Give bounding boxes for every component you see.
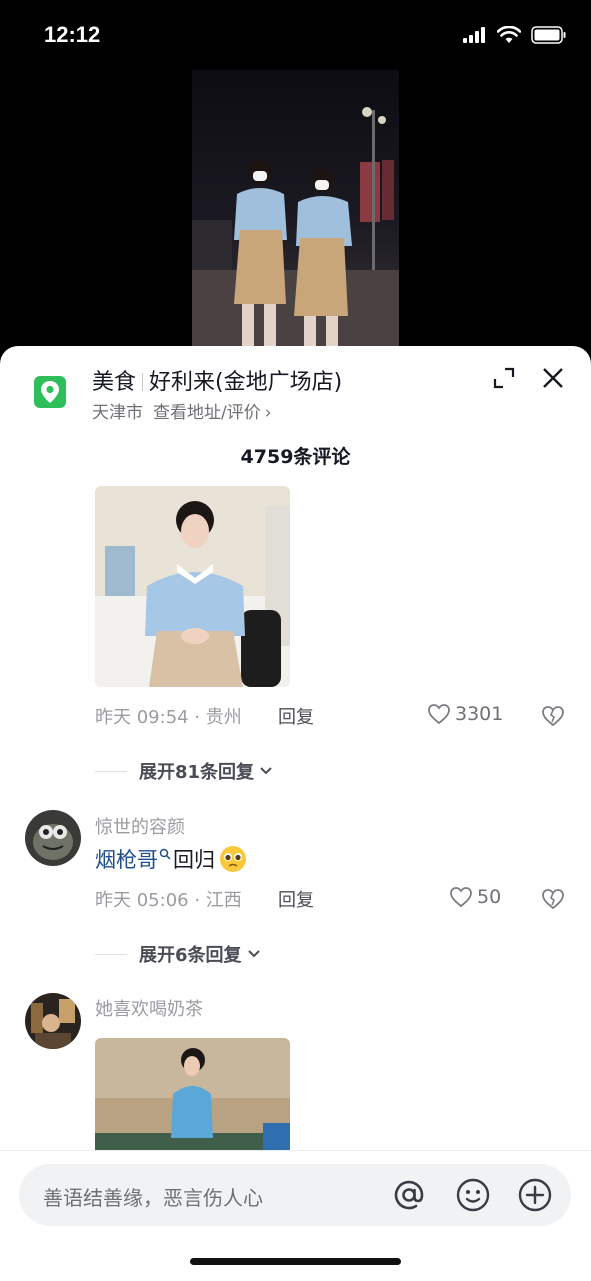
chevron-down-icon bbox=[247, 950, 260, 958]
poi-city: 天津市 bbox=[92, 403, 143, 423]
pleading-emoji-icon bbox=[220, 846, 246, 872]
emoji-icon[interactable] bbox=[455, 1177, 491, 1213]
like-button[interactable]: 3301 bbox=[427, 703, 503, 725]
comment-time-location: 昨天 05:06 · 江西 bbox=[95, 890, 242, 911]
comment-text: 烟枪哥 回归 bbox=[95, 844, 248, 874]
poi-category: 美食 bbox=[92, 370, 137, 395]
expand-replies[interactable]: 展开6条回复 bbox=[95, 941, 262, 967]
avatar[interactable] bbox=[25, 810, 81, 866]
wifi-icon bbox=[497, 26, 521, 43]
at-icon[interactable] bbox=[391, 1177, 427, 1213]
close-icon[interactable] bbox=[541, 366, 565, 390]
status-time: 12:12 bbox=[44, 22, 101, 47]
chevron-down-icon bbox=[260, 767, 272, 775]
comment-sheet: 美食 好利来(金地广场店) 天津市 查看地址/评价 › 4759条评论 昨天 09:5… bbox=[0, 346, 591, 1280]
poi-title[interactable]: 美食 好利来(金地广场店) bbox=[92, 364, 342, 396]
like-count: 50 bbox=[477, 886, 502, 908]
search-icon bbox=[159, 848, 171, 860]
battery-icon bbox=[531, 26, 566, 44]
home-indicator[interactable] bbox=[190, 1258, 401, 1265]
avatar[interactable] bbox=[25, 993, 81, 1049]
video-player[interactable] bbox=[192, 70, 399, 346]
status-bar: 12:12 bbox=[0, 0, 591, 70]
broken-heart-icon[interactable] bbox=[541, 704, 565, 728]
comment-body: 回归 bbox=[173, 848, 215, 872]
like-button[interactable]: 50 bbox=[449, 886, 501, 908]
comment-count: 4759条评论 bbox=[240, 446, 351, 468]
poi-name: 好利来(金地广场店) bbox=[149, 370, 343, 395]
reply-button[interactable]: 回复 bbox=[278, 886, 314, 912]
heart-icon bbox=[428, 704, 450, 725]
broken-heart-icon[interactable] bbox=[541, 887, 565, 911]
mention-link[interactable]: 烟枪哥 bbox=[95, 844, 158, 874]
signal-icon bbox=[463, 27, 485, 43]
reply-button[interactable]: 回复 bbox=[278, 703, 314, 729]
poi-address-link[interactable]: 查看地址/评价 bbox=[153, 403, 261, 423]
like-count: 3301 bbox=[455, 703, 504, 725]
expand-icon[interactable] bbox=[492, 366, 516, 390]
heart-icon bbox=[450, 887, 472, 908]
chevron-right-icon: › bbox=[264, 403, 272, 423]
comment-image[interactable] bbox=[95, 486, 290, 687]
poi-divider bbox=[142, 373, 144, 391]
video-frame bbox=[192, 70, 399, 346]
expand-replies[interactable]: 展开81条回复 bbox=[95, 758, 274, 784]
comment-time-location: 昨天 09:54 · 贵州 bbox=[95, 707, 242, 728]
plus-icon[interactable] bbox=[517, 1177, 553, 1213]
poi-subtitle[interactable]: 天津市 查看地址/评价 › bbox=[92, 398, 272, 423]
location-pin-icon bbox=[34, 376, 66, 408]
expand-replies-label: 展开6条回复 bbox=[139, 945, 242, 966]
comment-input-placeholder: 善语结善缘，恶言伤人心 bbox=[43, 1186, 263, 1210]
comment-image[interactable] bbox=[95, 1038, 290, 1158]
comment-username[interactable]: 惊世的容颜 bbox=[95, 813, 185, 839]
comment-username[interactable]: 她喜欢喝奶茶 bbox=[95, 995, 203, 1021]
comment-input[interactable]: 善语结善缘，恶言伤人心 bbox=[19, 1164, 571, 1226]
expand-replies-label: 展开81条回复 bbox=[139, 762, 255, 783]
